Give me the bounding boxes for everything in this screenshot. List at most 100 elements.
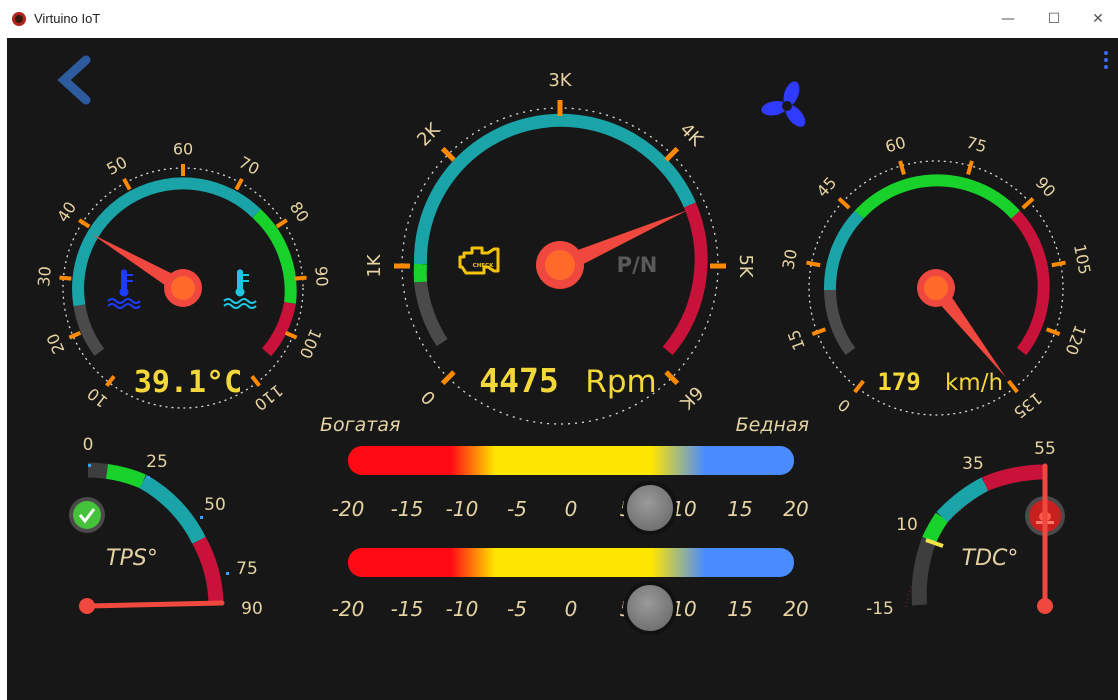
rpm-label: 3K xyxy=(548,70,572,91)
tdc-label-35: 35 xyxy=(962,454,984,474)
temp-gauge: 10 20 30 40 50 60 70 80 90 100 110 39.1°C xyxy=(34,140,332,415)
speed-label: 90 xyxy=(1032,173,1060,201)
afr-scale-label: -5 xyxy=(507,597,527,621)
speed-label: 15 xyxy=(784,327,809,353)
speed-tick xyxy=(837,197,851,210)
check-ok-icon xyxy=(69,497,105,533)
speed-label: 30 xyxy=(779,247,802,271)
tps-arc-red xyxy=(192,536,224,606)
tps-label-50: 50 xyxy=(204,495,226,515)
temp-arc-red xyxy=(261,301,296,357)
speed-label: 120 xyxy=(1061,322,1089,357)
temp-label: 70 xyxy=(236,153,263,179)
afr-bar-2 xyxy=(348,548,794,577)
speed-label: 45 xyxy=(813,173,841,201)
speed-label: 0 xyxy=(834,395,854,416)
rpm-arc-red xyxy=(662,202,708,356)
afr-scale-label: -5 xyxy=(507,497,527,521)
speed-tick xyxy=(1021,197,1035,210)
speed-value: 179 xyxy=(877,368,920,396)
tps-tick xyxy=(147,476,150,479)
minimize-button[interactable]: — xyxy=(988,6,1028,32)
temp-tick xyxy=(122,177,132,191)
rpm-label: 1K xyxy=(364,253,385,277)
rpm-label: 5K xyxy=(735,254,756,278)
afr-scale-label: -20 xyxy=(332,597,365,621)
rpm-gauge: 0 1K 2K 3K 4K 5K 6K CHECK P/N 4475 Rpm xyxy=(364,70,756,425)
tdc-label: TDC° xyxy=(962,546,1019,571)
speed-tick xyxy=(853,379,865,394)
chevron-left-icon[interactable] xyxy=(57,55,91,105)
tdc-arc-green xyxy=(922,512,949,544)
afr-knob-1[interactable] xyxy=(623,481,677,535)
speed-tick xyxy=(1007,379,1019,394)
temp-label: 80 xyxy=(286,198,313,225)
kebab-menu-icon[interactable] xyxy=(1104,51,1108,69)
rpm-tick xyxy=(440,146,456,162)
tps-tick xyxy=(88,464,91,467)
tps-label-0: 0 xyxy=(83,435,94,455)
rpm-label: 0 xyxy=(417,386,440,409)
tps-label: TPS° xyxy=(106,546,158,571)
tdc-arc-teal xyxy=(936,477,989,523)
afr-scale-label: 0 xyxy=(565,497,578,521)
tps-label-25: 25 xyxy=(146,452,168,472)
afr-rich-label: Богатая xyxy=(320,414,400,436)
close-button[interactable]: ✕ xyxy=(1078,6,1118,32)
rpm-unit: Rpm xyxy=(585,364,656,400)
speed-arc-teal xyxy=(823,210,864,291)
temp-label: 40 xyxy=(53,198,80,225)
title-bar: Virtuino IoT — ☐ ✕ xyxy=(0,0,1118,38)
coolant-temp-low-icon xyxy=(107,269,141,309)
maximize-button[interactable]: ☐ xyxy=(1034,6,1074,32)
afr-scale-label: -10 xyxy=(446,597,479,621)
speed-gauge: 0 15 30 45 60 75 90 105 120 135 179 km/h xyxy=(779,133,1095,423)
afr-lean-label: Бедная xyxy=(736,414,809,436)
speed-tick xyxy=(811,327,827,336)
speed-label: 75 xyxy=(964,133,989,157)
afr-scale-label: -10 xyxy=(446,497,479,521)
rpm-label: 6K xyxy=(675,382,707,414)
tps-gauge: 0 25 50 75 90 TPS° xyxy=(69,435,263,619)
rpm-value: 4475 xyxy=(479,361,558,400)
temp-label: 100 xyxy=(296,326,326,362)
temp-tick xyxy=(68,331,82,340)
afr-scale-label: 15 xyxy=(727,497,752,521)
tps-label-75: 75 xyxy=(236,559,258,579)
speed-arc-green xyxy=(854,174,1020,219)
temp-label: 110 xyxy=(251,381,287,415)
rpm-arc-grey xyxy=(414,281,448,347)
temp-value: 39.1°C xyxy=(134,365,242,400)
speed-tick xyxy=(898,160,906,175)
dashboard: 10 20 30 40 50 60 70 80 90 100 110 39.1°C 0 xyxy=(7,38,1118,700)
fan-icon[interactable] xyxy=(760,79,809,130)
speed-tick xyxy=(1051,260,1066,268)
speed-unit: km/h xyxy=(945,370,1003,396)
tps-arc-teal xyxy=(139,474,206,544)
temp-tick xyxy=(294,275,307,281)
tps-arc-green xyxy=(105,463,146,489)
temp-tick xyxy=(234,177,244,191)
tdc-label-10: 10 xyxy=(896,515,918,535)
speed-arc-red xyxy=(1011,210,1050,356)
temp-label: 20 xyxy=(43,331,69,357)
temp-label: 30 xyxy=(34,265,55,287)
tdc-arc-red xyxy=(982,464,1047,491)
afr-section: Богатая Бедная -20-15-10-505101520 -20-1… xyxy=(320,414,809,635)
tdc-label-neg15: -15 xyxy=(866,599,894,619)
speed-tick xyxy=(966,160,974,175)
speed-label: 135 xyxy=(1010,389,1046,423)
afr-knob-2[interactable] xyxy=(623,581,677,635)
gear-indicator: P/N xyxy=(617,253,658,277)
temp-label: 60 xyxy=(173,140,193,159)
check-text: CHECK xyxy=(473,263,494,269)
speed-label: 60 xyxy=(883,133,908,157)
speed-tick xyxy=(1045,327,1061,336)
afr-scale-label: -15 xyxy=(391,497,424,521)
app-title: Virtuino IoT xyxy=(34,11,101,26)
afr-bar-1 xyxy=(348,446,794,475)
tps-tick xyxy=(226,572,229,575)
temp-label: 50 xyxy=(103,153,130,179)
temp-label: 10 xyxy=(84,384,112,412)
temp-tick xyxy=(275,218,288,229)
